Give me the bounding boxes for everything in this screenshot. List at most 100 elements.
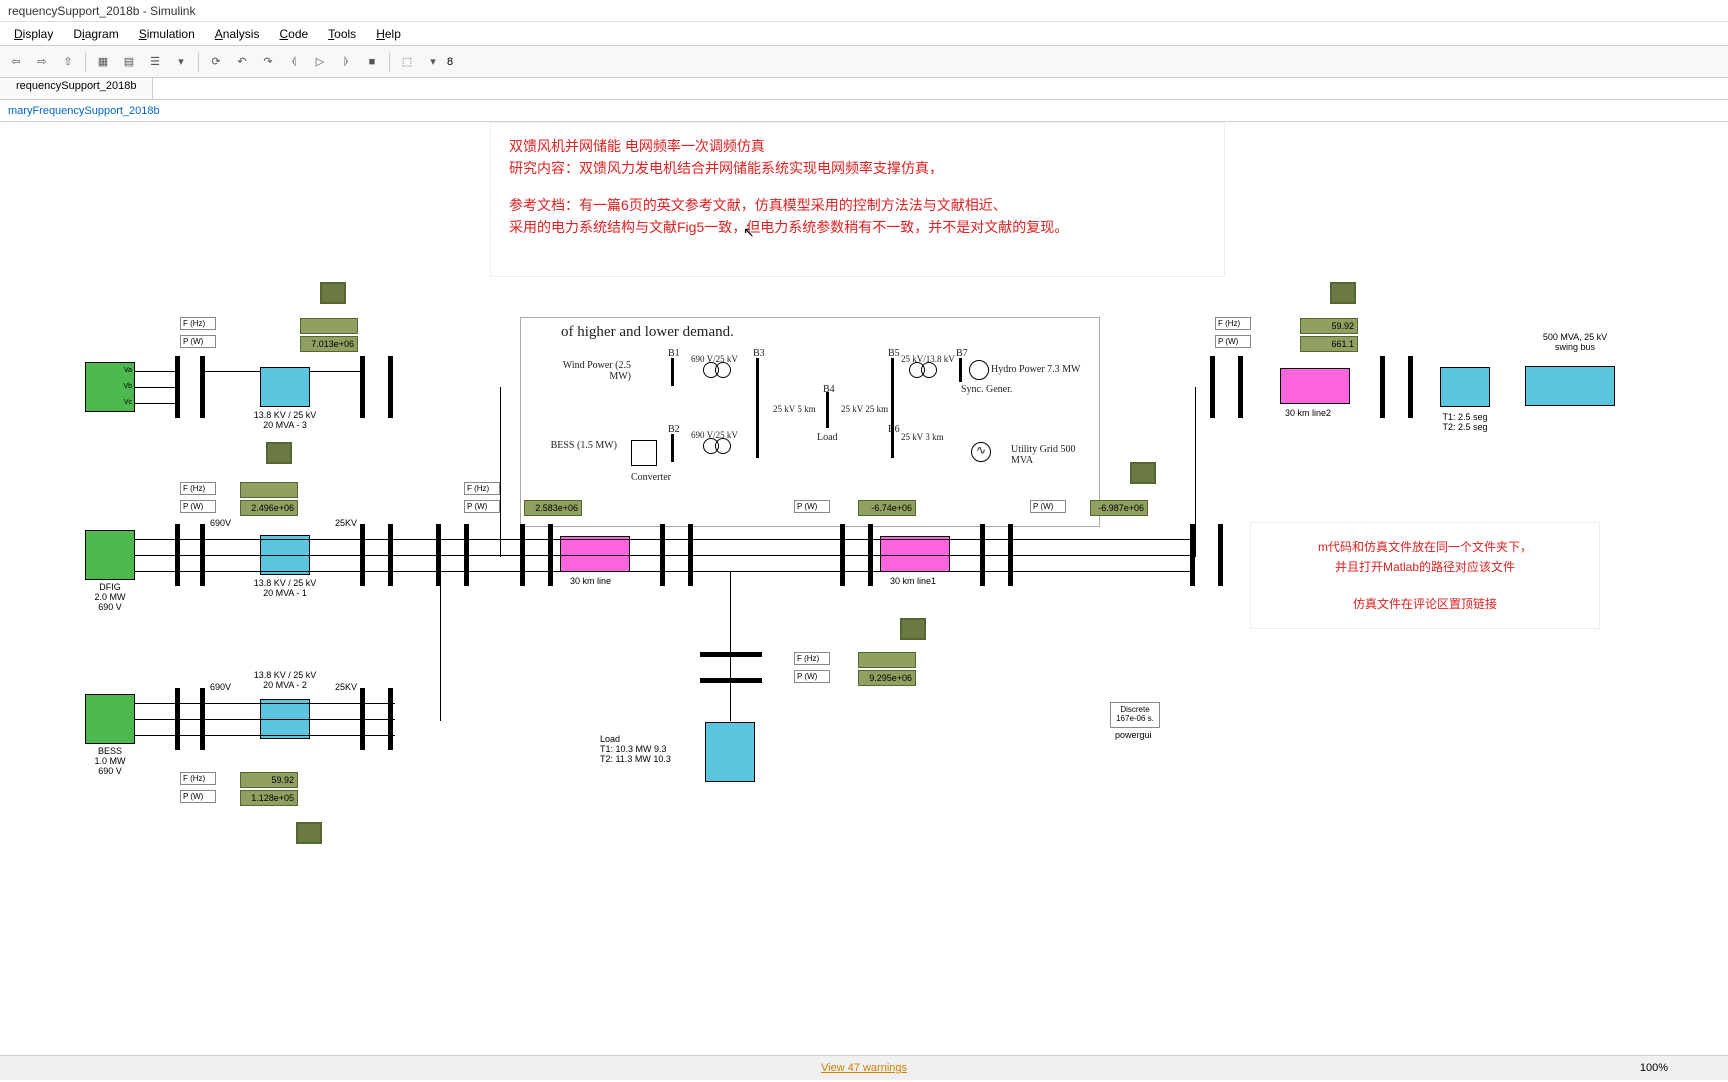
- bus-block[interactable]: [1408, 356, 1413, 418]
- model-tab[interactable]: requencySupport_2018b: [0, 78, 153, 99]
- breadcrumb[interactable]: maryFrequencySupport_2018b: [0, 100, 1728, 122]
- bus-block[interactable]: [1238, 356, 1243, 418]
- fig-load: Load: [817, 432, 838, 443]
- scope[interactable]: [900, 618, 926, 640]
- powergui-mode: Discrete: [1111, 705, 1159, 714]
- scope[interactable]: [296, 822, 322, 844]
- display[interactable]: 59.92: [240, 772, 298, 788]
- meas-p[interactable]: P (W): [180, 500, 216, 513]
- display[interactable]: 7.013e+06: [300, 336, 358, 352]
- bus-block[interactable]: [700, 678, 762, 683]
- scope[interactable]: [320, 282, 346, 304]
- transformer-t12[interactable]: [1440, 367, 1490, 407]
- menu-analysis[interactable]: Analysis: [205, 25, 270, 43]
- menu-diagram[interactable]: Diagram: [63, 25, 128, 43]
- stop-icon[interactable]: ■: [360, 50, 384, 74]
- pi-line-2[interactable]: [880, 536, 950, 572]
- undo-icon[interactable]: ↶: [230, 50, 254, 74]
- cursor-icon: ↖: [743, 224, 755, 241]
- display[interactable]: -6.987e+06: [1090, 500, 1148, 516]
- warnings-link[interactable]: View 47 warnings: [821, 1062, 907, 1074]
- fig-conv: Converter: [631, 472, 671, 483]
- menu-code[interactable]: Code: [269, 25, 318, 43]
- xfmr1-label: 13.8 KV / 25 kV 20 MVA - 3: [245, 410, 325, 430]
- load-block[interactable]: [705, 722, 755, 782]
- bus-block[interactable]: [360, 356, 365, 418]
- pi-line-1[interactable]: [560, 536, 630, 572]
- scope[interactable]: [1130, 462, 1156, 484]
- model-canvas[interactable]: 双馈风机并网储能 电网频率一次调频仿真 研究内容：双馈风力发电机结合并网储能系统…: [0, 122, 1728, 1082]
- meas-f[interactable]: F (Hz): [794, 652, 830, 665]
- meas-p[interactable]: P (W): [180, 790, 216, 803]
- display[interactable]: 2.583e+06: [524, 500, 582, 516]
- meas-f[interactable]: F (Hz): [180, 772, 216, 785]
- pi-line-3[interactable]: [1280, 368, 1350, 404]
- xfmr2-label: 13.8 KV / 25 kV 20 MVA - 1: [245, 578, 325, 598]
- meas-f[interactable]: F (Hz): [1215, 317, 1251, 330]
- menu-help[interactable]: Help: [366, 25, 411, 43]
- bus-block[interactable]: [1380, 356, 1385, 418]
- powergui-block[interactable]: Discrete 167e-06 s.: [1110, 702, 1160, 728]
- dfig-block[interactable]: [85, 530, 135, 580]
- refresh-icon[interactable]: ⟳: [204, 50, 228, 74]
- display[interactable]: -6.74e+06: [858, 500, 916, 516]
- note-line: 并且打开Matlab的路径对应该文件: [1267, 557, 1583, 577]
- bus-block[interactable]: [1210, 356, 1215, 418]
- redo-icon[interactable]: ↷: [256, 50, 280, 74]
- dropdown-icon[interactable]: ▾: [169, 50, 193, 74]
- run-icon[interactable]: ▷: [308, 50, 332, 74]
- status-bar: View 47 warnings 100%: [0, 1055, 1728, 1080]
- meas-p[interactable]: P (W): [1030, 500, 1066, 513]
- display[interactable]: 9.295e+06: [858, 670, 916, 686]
- scope[interactable]: [266, 442, 292, 464]
- zoom-level[interactable]: 100%: [1640, 1062, 1668, 1074]
- nav-back-icon[interactable]: ⇦: [4, 50, 28, 74]
- display[interactable]: 661.1: [1300, 336, 1358, 352]
- bus-block[interactable]: [388, 356, 393, 418]
- step-size-field[interactable]: 8: [447, 56, 477, 68]
- meas-f[interactable]: F (Hz): [180, 482, 216, 495]
- figure-annotation[interactable]: of higher and lower demand. Wind Power (…: [520, 317, 1100, 527]
- nav-fwd-icon[interactable]: ⇨: [30, 50, 54, 74]
- record-icon[interactable]: ⬚: [395, 50, 419, 74]
- meas-p[interactable]: P (W): [794, 500, 830, 513]
- display[interactable]: 2.496e+06: [240, 500, 298, 516]
- explorer-icon[interactable]: ☰: [143, 50, 167, 74]
- note-line: 双馈风机并网储能 电网频率一次调频仿真: [509, 135, 1206, 157]
- nav-up-icon[interactable]: ⇧: [56, 50, 80, 74]
- menu-tools[interactable]: Tools: [318, 25, 366, 43]
- fig-sync: Sync. Gener.: [961, 384, 1012, 395]
- step-back-icon[interactable]: ⦉: [282, 50, 306, 74]
- swing-bus[interactable]: [1525, 366, 1615, 406]
- annotation-right[interactable]: m代码和仿真文件放在同一个文件夹下， 并且打开Matlab的路径对应该文件 仿真…: [1250, 522, 1600, 629]
- line1-label: 30 km line: [570, 576, 611, 586]
- display[interactable]: [240, 482, 298, 498]
- annotation-top[interactable]: 双馈风机并网储能 电网频率一次调频仿真 研究内容：双馈风力发电机结合并网储能系统…: [490, 122, 1225, 277]
- meas-f[interactable]: F (Hz): [180, 317, 216, 330]
- meas-p[interactable]: P (W): [1215, 335, 1251, 348]
- meas-p[interactable]: P (W): [794, 670, 830, 683]
- bus-block[interactable]: [1218, 524, 1223, 586]
- display[interactable]: [858, 652, 916, 668]
- meas-p[interactable]: P (W): [180, 335, 216, 348]
- library-icon[interactable]: ▦: [91, 50, 115, 74]
- line3-label: 30 km line2: [1285, 408, 1331, 418]
- menu-display[interactable]: Display: [4, 25, 63, 43]
- record-dd-icon[interactable]: ▾: [421, 50, 445, 74]
- display[interactable]: 1.128e+05: [240, 790, 298, 806]
- fig-t1: 25 kV 5 km: [773, 404, 816, 414]
- bus-block[interactable]: [200, 356, 205, 418]
- three-phase-source-1[interactable]: Va Vb Vc: [85, 362, 135, 412]
- display[interactable]: 59.92: [1300, 318, 1358, 334]
- bus-block[interactable]: [700, 652, 762, 657]
- transformer-1[interactable]: [260, 367, 310, 407]
- meas-p[interactable]: P (W): [464, 500, 500, 513]
- model-config-icon[interactable]: ▤: [117, 50, 141, 74]
- meas-f[interactable]: F (Hz): [464, 482, 500, 495]
- step-fwd-icon[interactable]: ⦊: [334, 50, 358, 74]
- bess-block[interactable]: [85, 694, 135, 744]
- menu-simulation[interactable]: Simulation: [129, 25, 205, 43]
- bus-block[interactable]: [175, 356, 180, 418]
- display[interactable]: [300, 318, 358, 334]
- scope[interactable]: [1330, 282, 1356, 304]
